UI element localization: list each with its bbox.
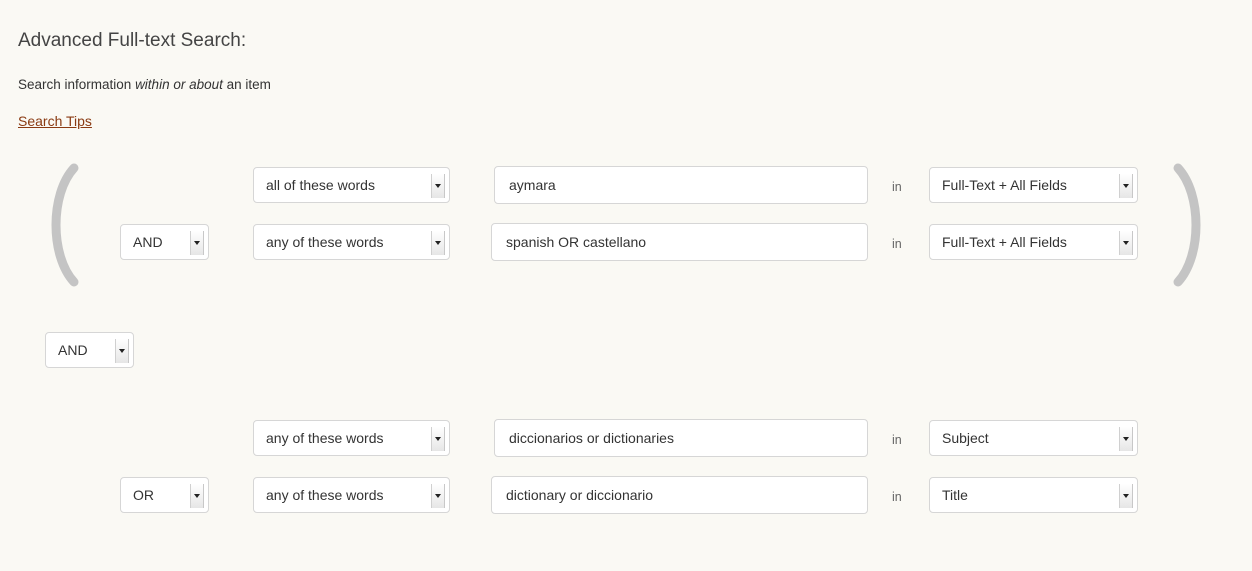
field-value: Subject [942,430,989,446]
search-term-value: spanish OR castellano [506,234,647,250]
group-operator-select[interactable]: AND [45,332,134,368]
word-match-select[interactable]: any of these words [253,420,450,456]
boolean-operator-value: OR [133,487,154,503]
subtitle-emphasis: within or about [135,77,223,92]
subtitle-text-end: an item [222,77,271,92]
in-label: in [892,237,902,251]
group-operator-value: AND [58,342,88,358]
word-match-value: any of these words [266,234,384,250]
search-term-value: diccionarios or dictionaries [509,430,674,446]
search-term-input[interactable]: aymara [494,166,868,204]
in-label: in [892,180,902,194]
close-paren-icon [1168,160,1214,290]
search-term-input[interactable]: dictionary or diccionario [491,476,868,514]
search-tips-link[interactable]: Search Tips [18,113,92,129]
word-match-value: any of these words [266,487,384,503]
search-term-input[interactable]: spanish OR castellano [491,223,868,261]
word-match-value: any of these words [266,430,384,446]
search-term-value: dictionary or diccionario [506,487,654,503]
open-paren-icon [38,160,84,290]
chevron-down-icon [1119,231,1133,255]
chevron-down-icon [431,484,445,508]
chevron-down-icon [190,484,204,508]
chevron-down-icon [115,339,129,363]
chevron-down-icon [431,427,445,451]
boolean-operator-select[interactable]: AND [120,224,209,260]
word-match-select[interactable]: all of these words [253,167,450,203]
boolean-operator-select[interactable]: OR [120,477,209,513]
field-select[interactable]: Full-Text + All Fields [929,224,1138,260]
word-match-value: all of these words [266,177,375,193]
field-value: Full-Text + All Fields [942,234,1067,250]
search-term-input[interactable]: diccionarios or dictionaries [494,419,868,457]
chevron-down-icon [1119,174,1133,198]
chevron-down-icon [190,231,204,255]
chevron-down-icon [1119,484,1133,508]
chevron-down-icon [1119,427,1133,451]
page-title: Advanced Full-text Search: [18,30,247,51]
field-value: Full-Text + All Fields [942,177,1067,193]
search-term-value: aymara [509,177,556,193]
word-match-select[interactable]: any of these words [253,224,450,260]
subtitle-text: Search information [18,77,136,92]
chevron-down-icon [431,231,445,255]
chevron-down-icon [431,174,445,198]
in-label: in [892,490,902,504]
word-match-select[interactable]: any of these words [253,477,450,513]
boolean-operator-value: AND [133,234,163,250]
field-select[interactable]: Title [929,477,1138,513]
in-label: in [892,433,902,447]
field-value: Title [942,487,968,503]
field-select[interactable]: Subject [929,420,1138,456]
field-select[interactable]: Full-Text + All Fields [929,167,1138,203]
page-subtitle: Search information within or about an it… [18,77,271,92]
